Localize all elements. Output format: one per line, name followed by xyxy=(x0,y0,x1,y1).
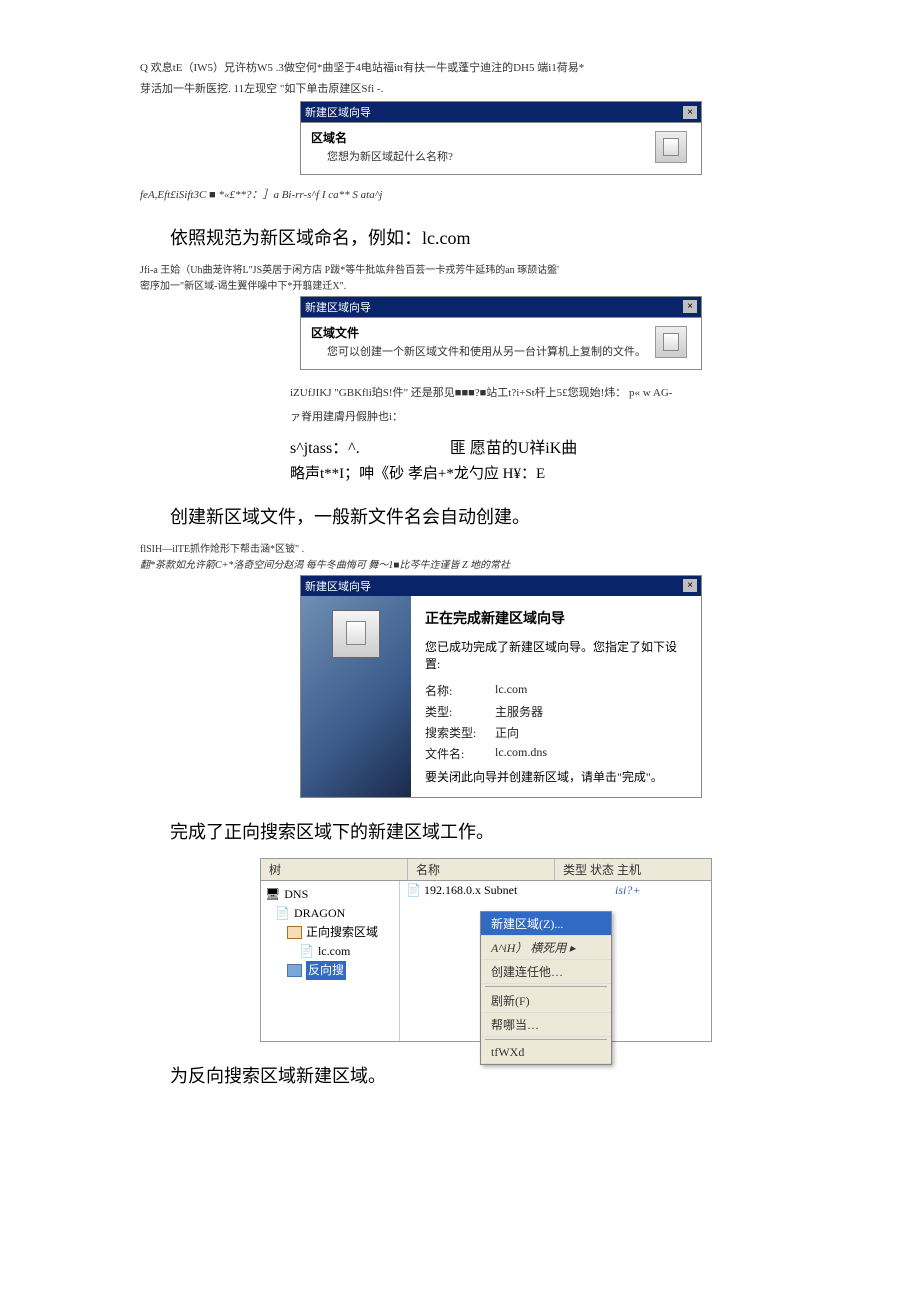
dns-console: 树 名称 类型 状态 主机 🖥DNS 📄DRAGON 正向搜索区域 📄lc.co… xyxy=(260,858,712,1042)
document-icon xyxy=(332,610,380,658)
item-name: 192.168.0.x Subnet xyxy=(424,883,517,897)
kv-row: 文件名:lc.com.dns xyxy=(425,745,687,762)
wizard-heading: 区域名 xyxy=(311,129,691,146)
wizard-subtext: 您可以创建一个新区域文件和使用从另一台计算机上复制的文件。 xyxy=(327,343,691,359)
garbled-text: 密序加一"新区域-谒生翼伴噪中下*开翦建迁X". xyxy=(140,280,880,294)
wizard-body: 正在完成新建区域向导 您已成功完成了新建区域向导。您指定了如下设置: 名称:lc… xyxy=(301,596,701,797)
caption-text: 完成了正向搜索区域下的新建区域工作。 xyxy=(170,818,880,844)
garbled-text: 翻*茶款如允许箭C+*洛奇空间分赵渴 每牛冬曲悔可 舞〜1■比芩牛迮谨皆 Z 地… xyxy=(140,559,880,573)
wizard-title-text: 新建区域向导 xyxy=(305,578,371,594)
kv-value: 正向 xyxy=(495,724,519,741)
complete-heading: 正在完成新建区域向导 xyxy=(425,608,687,628)
tree-node-dns[interactable]: 🖥DNS xyxy=(265,885,395,904)
tree-node-forward[interactable]: 正向搜索区域 xyxy=(287,923,395,942)
context-menu: 新建区域(Z)... A^iH） 横死用 ▸ 创建连任他… 剧新(F) 帮哪当…… xyxy=(480,911,612,1065)
menu-item[interactable]: 帮哪当… xyxy=(481,1013,611,1037)
document-icon xyxy=(655,131,687,163)
garbled-text: iZUfJIKJ "GBKfli珀S!件" 还是那见■■■?■站工t?i+St杆… xyxy=(290,384,880,400)
kv-label: 文件名: xyxy=(425,745,495,762)
garbled-text: Jfi-a 王姶（Uh曲茏许将L"JS英居于闲方店 P跋*等牛批竑弁咎百芸一卡戎… xyxy=(140,264,880,278)
col-tree[interactable]: 树 xyxy=(261,859,408,880)
kv-value: 主服务器 xyxy=(495,703,543,720)
wizard-body: 区域名 您想为新区域起什么名称? xyxy=(301,122,701,174)
wizard-titlebar: 新建区域向导 × xyxy=(301,102,701,122)
wizard-title-text: 新建区域向导 xyxy=(305,104,371,120)
caption-text: 为反向搜索区域新建区域。 xyxy=(170,1062,880,1088)
garbled-text: Q 欢息tE（IW5）兄许枋W5 .3做空何*曲坚于4电站福itt有扶一牛或蓬宁… xyxy=(140,60,880,77)
tree-pane[interactable]: 🖥DNS 📄DRAGON 正向搜索区域 📄lc.com 反向搜 xyxy=(261,881,400,1041)
tree-node-server[interactable]: 📄DRAGON xyxy=(275,904,395,923)
wizard-title-text: 新建区域向导 xyxy=(305,299,371,315)
garbled-text: 匪 愿苗的U祥iK曲 xyxy=(450,434,578,458)
menu-item[interactable]: A^iH） 横死用 ▸ xyxy=(481,936,611,960)
tree-node-zone[interactable]: 📄lc.com xyxy=(299,942,395,961)
wizard-heading: 区域文件 xyxy=(311,324,691,341)
wizard-titlebar: 新建区域向导 × xyxy=(301,297,701,317)
kv-row: 搜索类型:正向 xyxy=(425,724,687,741)
col-type[interactable]: 类型 状态 主机 xyxy=(555,859,711,880)
kv-value: lc.com.dns xyxy=(495,745,547,762)
garbled-text: ァ脊用建膚丹假肿也i： xyxy=(290,408,880,424)
garbled-text: 芽活加一牛新医挖. 11左现空 "如下单击原建区Sfi -. xyxy=(140,81,880,98)
wizard-zone-file: 新建区域向导 × 区域文件 您可以创建一个新区域文件和使用从另一台计算机上复制的… xyxy=(300,296,702,370)
list-pane[interactable]: 📄 192.168.0.x Subnet isi?+ 新建区域(Z)... A^… xyxy=(400,881,711,1041)
tree-node-reverse[interactable]: 反向搜 xyxy=(287,961,395,980)
menu-separator xyxy=(485,1039,607,1040)
close-icon[interactable]: × xyxy=(683,106,697,119)
kv-label: 类型: xyxy=(425,703,495,720)
wizard-zone-name: 新建区域向导 × 区域名 您想为新区域起什么名称? xyxy=(300,101,702,175)
close-icon[interactable]: × xyxy=(683,300,697,313)
menu-item[interactable]: tfWXd xyxy=(481,1042,611,1064)
kv-value: lc.com xyxy=(495,682,527,699)
menu-refresh[interactable]: 剧新(F) xyxy=(481,989,611,1013)
kv-row: 类型:主服务器 xyxy=(425,703,687,720)
wizard-summary: 正在完成新建区域向导 您已成功完成了新建区域向导。您指定了如下设置: 名称:lc… xyxy=(411,596,701,797)
folder-icon xyxy=(287,964,302,977)
wizard-subtext: 您想为新区域起什么名称? xyxy=(327,148,691,164)
complete-foot: 要关闭此向导并创建新区域，请单击"完成"。 xyxy=(425,768,687,785)
table-header: 树 名称 类型 状态 主机 xyxy=(261,859,711,881)
wizard-side-banner xyxy=(301,596,411,797)
caption-text: 创建新区域文件，一般新文件名会自动创建。 xyxy=(170,503,880,529)
complete-text: 您已成功完成了新建区域向导。您指定了如下设置: xyxy=(425,638,687,672)
col-name[interactable]: 名称 xyxy=(408,859,555,880)
menu-new-zone[interactable]: 新建区域(Z)... xyxy=(481,912,611,936)
caption-text: 依照规范为新区域命名，例如：lc.com xyxy=(170,224,880,250)
menu-separator xyxy=(485,986,607,987)
kv-label: 搜索类型: xyxy=(425,724,495,741)
garbled-text: feA,Eft£iSift3C ■ *«£**?：］a Bi-rr-s^f I … xyxy=(140,187,880,204)
document-icon xyxy=(655,326,687,358)
folder-icon xyxy=(287,926,302,939)
kv-label: 名称: xyxy=(425,682,495,699)
item-type: isi?+ xyxy=(615,883,705,898)
dns-body: 🖥DNS 📄DRAGON 正向搜索区域 📄lc.com 反向搜 📄 192.16… xyxy=(261,881,711,1041)
menu-item[interactable]: 创建连任他… xyxy=(481,960,611,984)
wizard-body: 区域文件 您可以创建一个新区域文件和使用从另一台计算机上复制的文件。 xyxy=(301,317,701,369)
garbled-text: 略声t**I；呻《砂 孝启+*龙勺应 H¥：E xyxy=(290,462,880,483)
garbled-text: flSIH—ilTE抓作炝形下帮击涵*区铍" . xyxy=(140,543,880,557)
wizard-titlebar: 新建区域向导 × xyxy=(301,576,701,596)
kv-row: 名称:lc.com xyxy=(425,682,687,699)
list-item[interactable]: 📄 192.168.0.x Subnet isi?+ xyxy=(400,881,711,900)
wizard-complete: 新建区域向导 × 正在完成新建区域向导 您已成功完成了新建区域向导。您指定了如下… xyxy=(300,575,702,798)
garbled-text: s^jtass：^. xyxy=(290,434,360,458)
close-icon[interactable]: × xyxy=(683,579,697,592)
